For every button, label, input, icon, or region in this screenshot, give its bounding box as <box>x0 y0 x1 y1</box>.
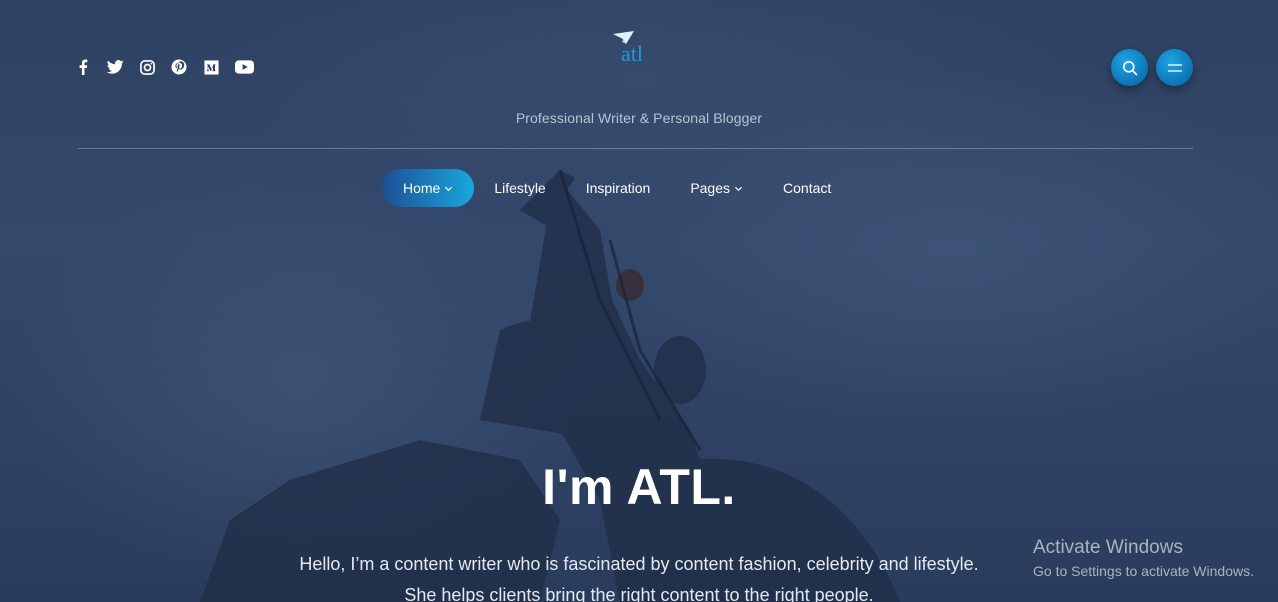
watermark-subtitle: Go to Settings to activate Windows. <box>1033 563 1254 579</box>
site-logo[interactable]: atl <box>612 30 656 66</box>
social-links <box>74 58 254 76</box>
menu-button[interactable] <box>1156 49 1193 86</box>
search-button[interactable] <box>1111 49 1148 86</box>
chevron-down-icon <box>445 186 453 191</box>
facebook-icon[interactable] <box>74 58 92 76</box>
nav-item-label: Contact <box>783 180 832 196</box>
nav-item-lifestyle[interactable]: Lifestyle <box>474 169 565 207</box>
nav-item-label: Home <box>403 180 441 196</box>
instagram-icon[interactable] <box>138 58 156 76</box>
nav-item-label: Lifestyle <box>494 180 546 196</box>
windows-activation-watermark: Activate Windows Go to Settings to activ… <box>1033 537 1254 582</box>
nav-item-pages[interactable]: Pages <box>670 169 763 207</box>
medium-icon[interactable] <box>202 58 220 76</box>
pinterest-icon[interactable] <box>170 58 188 76</box>
nav-item-home[interactable]: Home <box>382 169 475 207</box>
nav-item-label: Inspiration <box>585 180 651 196</box>
youtube-icon[interactable] <box>234 58 254 76</box>
twitter-icon[interactable] <box>106 58 124 76</box>
svg-text:atl: atl <box>621 41 643 66</box>
nav-item-label: Pages <box>690 180 731 196</box>
header-divider <box>78 148 1193 149</box>
site-tagline: Professional Writer & Personal Blogger <box>515 110 763 126</box>
watermark-title: Activate Windows <box>1033 537 1183 558</box>
nav-item-contact[interactable]: Contact <box>763 169 851 207</box>
search-icon <box>1122 60 1137 75</box>
chevron-down-icon <box>734 186 743 191</box>
main-nav: Home Lifestyle Inspiration Pages Contact <box>382 169 851 207</box>
nav-item-inspiration[interactable]: Inspiration <box>566 169 671 207</box>
menu-icon <box>1167 63 1182 72</box>
hero-intro-line: She helps clients bring the right conten… <box>404 585 874 602</box>
hero-headline: I'm ATL. <box>542 459 736 515</box>
